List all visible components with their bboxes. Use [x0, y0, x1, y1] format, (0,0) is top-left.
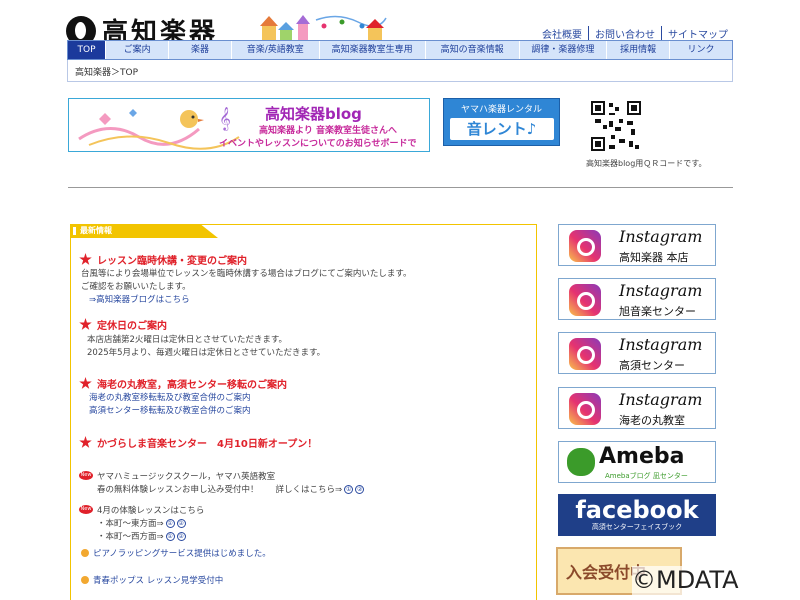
- news-line: ご確認をお願いいたします。: [81, 282, 191, 292]
- facebook-button[interactable]: facebook 高須センターフェイスブック: [558, 494, 716, 536]
- utility-link-company[interactable]: 会社概要: [536, 26, 588, 41]
- nav-item-recruit[interactable]: 採用情報: [606, 41, 669, 59]
- news-item-title[interactable]: 海老の丸教室，高須センター移転のご案内: [97, 376, 287, 391]
- news-item-title[interactable]: 定休日のご案内: [97, 317, 167, 332]
- main-nav: TOP ご案内 楽器 音楽/英語教室 高知楽器教室生専用 高知の音楽情報 調律・…: [67, 40, 733, 60]
- bullet-icon: [81, 576, 89, 584]
- ameba-icon: [567, 448, 595, 476]
- pops-lesson-link[interactable]: 青春ポップス レッスン見学受付中: [93, 574, 223, 586]
- piano-wrapping-link[interactable]: ピアノラッピングサービス提供はじめました。: [93, 547, 271, 559]
- west-link-1[interactable]: ①: [165, 532, 175, 541]
- star-icon: [79, 436, 92, 448]
- west-area-text: ・本町～西方面⇒: [97, 532, 164, 542]
- instagram-wordmark: Instagram: [619, 335, 703, 354]
- ebinomaru-relocation-link[interactable]: 海老の丸教室移転転及び教室合併のご案内: [89, 391, 251, 403]
- qr-caption: 高知楽器blog用ＱＲコードです。: [586, 159, 707, 168]
- blog-banner[interactable]: 𝄞 高知楽器blog 高知楽器より 音楽教室生徒さんへ イベントやレッスンについ…: [68, 98, 430, 152]
- nav-item-music-english-school[interactable]: 音楽/英語教室: [230, 41, 319, 59]
- facebook-wordmark: facebook: [575, 496, 699, 524]
- new-badge-icon: New: [79, 505, 93, 514]
- news-panel: 最新情報 レッスン臨時休講・変更のご案内 台風等により会場単位でレッスンを臨時休…: [70, 224, 537, 600]
- takasu-relocation-link[interactable]: 高須センター移転転及び教室合併のご案内: [89, 404, 251, 416]
- watermark: ©MDATA: [632, 566, 800, 600]
- qr-code-icon[interactable]: [591, 101, 641, 151]
- star-icon: [79, 377, 92, 389]
- news-line: 本店店舗第2火曜日は定休日とさせていただきます。: [87, 335, 288, 345]
- nav-item-students-only[interactable]: 高知楽器教室生専用: [318, 41, 425, 59]
- trial-link-1[interactable]: ①: [344, 485, 354, 494]
- news-line: ・本町～西方面⇒ ① ②: [97, 530, 186, 542]
- news-line: 春の無料体験レッスンお申し込み受付中！ 詳しくはこちら⇒ ① ②: [97, 483, 365, 495]
- news-tab: 最新情報: [70, 224, 218, 238]
- instagram-takasu-button[interactable]: Instagram 高須センター: [558, 332, 716, 374]
- instagram-asahi-button[interactable]: Instagram 旭音楽センター: [558, 278, 716, 320]
- instagram-wordmark: Instagram: [619, 281, 703, 300]
- bullet-icon: [81, 549, 89, 557]
- news-item-title[interactable]: かづらしま音楽センター 4月10日新オープン！: [97, 435, 317, 450]
- star-icon: [79, 253, 92, 265]
- ameba-subtitle: Amebaブログ 凪センター: [605, 472, 688, 480]
- blog-link[interactable]: ⇒高知楽器ブログはこちら: [89, 293, 190, 305]
- east-link-2[interactable]: ②: [176, 519, 186, 528]
- new-badge-icon: New: [79, 471, 93, 480]
- news-line: ヤマハミュージックスクール，ヤマハ英語教室: [97, 472, 276, 482]
- instagram-honten-button[interactable]: Instagram 高知楽器 本店: [558, 224, 716, 266]
- blog-banner-title: 高知楽器blog: [265, 105, 362, 123]
- nav-item-tuning-repair[interactable]: 調律・楽器修理: [518, 41, 607, 59]
- page: 高知楽器 会社概要 お問い合わせ サイトマップ TOP ご案内 楽器 音楽/英語…: [0, 0, 800, 600]
- rental-banner[interactable]: ヤマハ楽器レンタル 音レント♪: [443, 98, 560, 146]
- utility-link-contact[interactable]: お問い合わせ: [588, 26, 661, 41]
- instagram-ebinomaru-button[interactable]: Instagram 海老の丸教室: [558, 387, 716, 429]
- nav-item-kochi-music-info[interactable]: 高知の音楽情報: [424, 41, 519, 59]
- utility-links: 会社概要 お問い合わせ サイトマップ: [536, 26, 734, 41]
- nav-item-top[interactable]: TOP: [68, 41, 106, 59]
- nav-item-links[interactable]: リンク: [669, 41, 732, 59]
- divider: [68, 187, 733, 188]
- instagram-location: 高知楽器 本店: [619, 251, 689, 264]
- ameba-wordmark: Ameba: [599, 444, 685, 469]
- instagram-wordmark: Instagram: [619, 390, 703, 409]
- news-line: 4月の体験レッスンはこちら: [97, 506, 205, 516]
- utility-link-sitemap[interactable]: サイトマップ: [661, 26, 734, 41]
- svg-text:𝄞: 𝄞: [219, 106, 231, 131]
- west-link-2[interactable]: ②: [176, 532, 186, 541]
- instagram-icon: [569, 393, 601, 425]
- trial-lesson-text: 春の無料体験レッスンお申し込み受付中！ 詳しくはこちら⇒: [97, 485, 343, 495]
- blog-banner-line2: イベントやレッスンについてのお知らせボードです。: [219, 139, 417, 149]
- news-line: 台風等により会場単位でレッスンを臨時休講する場合はブログにてご案内いたします。: [81, 269, 412, 279]
- instagram-icon: [569, 230, 601, 262]
- trial-link-2[interactable]: ②: [355, 485, 365, 494]
- nav-item-instruments[interactable]: 楽器: [168, 41, 231, 59]
- ameba-blog-button[interactable]: Ameba Amebaブログ 凪センター: [558, 441, 716, 483]
- east-area-text: ・本町～東方面⇒: [97, 519, 164, 529]
- news-line: ・本町～東方面⇒ ① ②: [97, 517, 186, 529]
- news-item-title[interactable]: レッスン臨時休講・変更のご案内: [97, 252, 247, 267]
- east-link-1[interactable]: ①: [165, 519, 175, 528]
- instagram-icon: [569, 284, 601, 316]
- rental-banner-logo: 音レント♪: [449, 118, 554, 140]
- instagram-location: 高須センター: [619, 359, 685, 372]
- instagram-icon: [569, 338, 601, 370]
- breadcrumb: 高知楽器＞TOP: [67, 60, 733, 82]
- news-line: 2025年5月より、毎週火曜日は定休日とさせていただきます。: [87, 348, 326, 358]
- nav-item-guide[interactable]: ご案内: [105, 41, 168, 59]
- star-icon: [79, 318, 92, 330]
- instagram-location: 海老の丸教室: [619, 414, 685, 427]
- blog-banner-line1: 高知楽器より 音楽教室生徒さんへ: [259, 126, 397, 136]
- rental-banner-line1: ヤマハ楽器レンタル: [460, 105, 542, 115]
- instagram-location: 旭音楽センター: [619, 305, 696, 318]
- instagram-wordmark: Instagram: [619, 227, 703, 246]
